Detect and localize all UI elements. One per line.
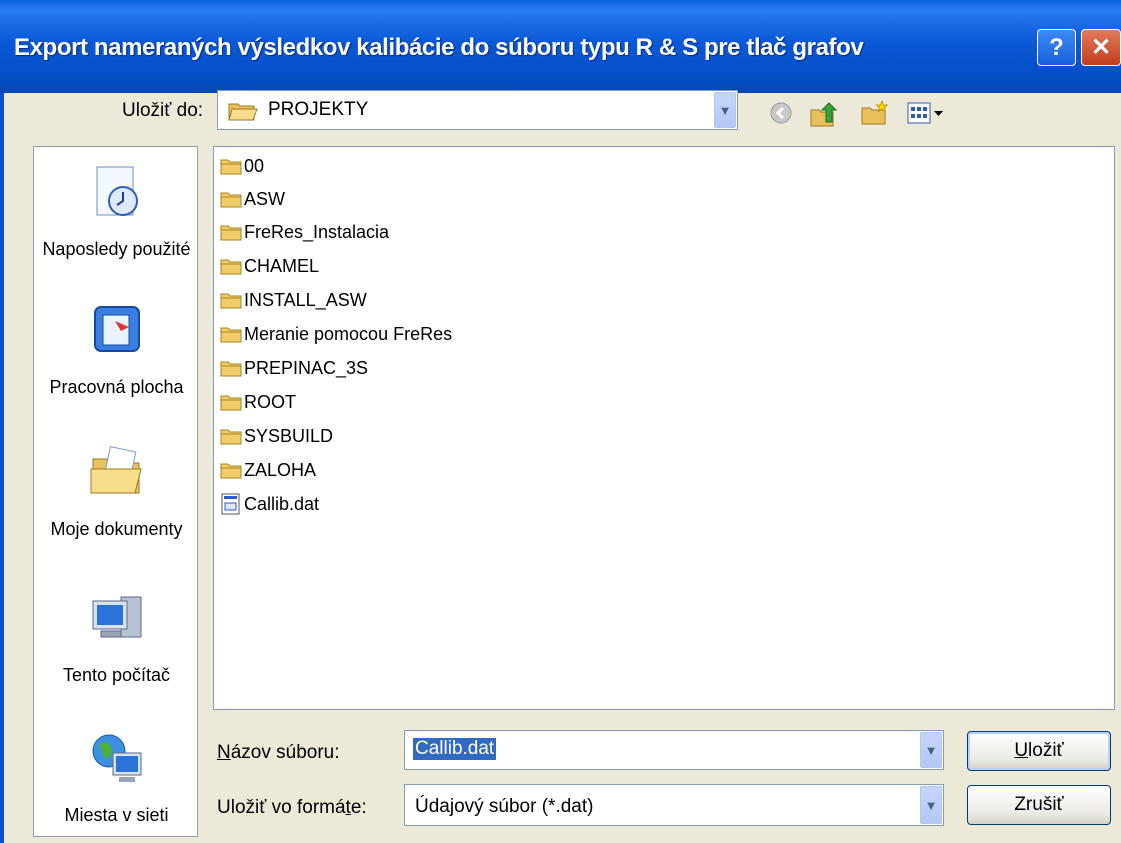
list-item[interactable]: ROOT [220, 387, 296, 417]
file-name: SYSBUILD [244, 425, 334, 446]
save-button[interactable]: Uložiť [967, 731, 1111, 771]
filename-combo[interactable]: Callib.dat ▼ [404, 730, 944, 770]
file-name: Callib.dat [244, 493, 320, 514]
back-icon[interactable] [768, 100, 794, 126]
my-computer-icon [92, 596, 141, 638]
close-button[interactable]: ✕ [1081, 29, 1121, 66]
folder-icon [220, 192, 242, 208]
list-item[interactable]: SYSBUILD [220, 421, 333, 451]
place-label: Tento počítač [62, 665, 171, 685]
place-recent[interactable]: Naposledy použité [34, 161, 199, 262]
folder-icon [220, 225, 242, 241]
my-documents-icon [90, 446, 142, 494]
place-my-documents[interactable]: Moje dokumenty [34, 441, 199, 542]
file-name: CHAMEL [244, 255, 320, 276]
place-label: Moje dokumenty [50, 519, 183, 539]
file-name: 00 [244, 155, 265, 176]
place-my-computer[interactable]: Tento počítač [34, 587, 199, 688]
file-name: Meranie pomocou FreRes [244, 323, 453, 344]
recent-icon [96, 166, 138, 216]
list-item[interactable]: 00 [220, 151, 264, 181]
place-label: Pracovná plocha [49, 377, 184, 397]
folder-icon [220, 463, 242, 479]
folder-icon [220, 259, 242, 275]
view-menu-icon[interactable] [906, 100, 948, 126]
file-list[interactable]: 00 ASW FreRes_Instalacia CHAMEL INSTALL_… [213, 146, 1115, 710]
file-name: PREPINAC_3S [244, 357, 369, 378]
folder-icon [220, 159, 242, 175]
list-item[interactable]: Callib.dat [220, 489, 319, 519]
folder-icon [220, 429, 242, 445]
list-item[interactable]: PREPINAC_3S [220, 353, 368, 383]
file-name: ROOT [244, 391, 296, 412]
filetype-dropdown-arrow[interactable]: ▼ [920, 786, 942, 824]
list-item[interactable]: Meranie pomocou FreRes [220, 319, 452, 349]
filetype-value: Údajový súbor (*.dat) [415, 796, 594, 817]
folder-open-icon [228, 103, 258, 121]
network-icon [92, 734, 141, 782]
place-desktop[interactable]: Pracovná plocha [34, 299, 199, 400]
filetype-combo[interactable]: Údajový súbor (*.dat) ▼ [404, 784, 944, 826]
list-item[interactable]: INSTALL_ASW [220, 285, 367, 315]
list-item[interactable]: CHAMEL [220, 251, 319, 281]
help-button[interactable]: ? [1037, 29, 1076, 66]
lookin-value: PROJEKTY [268, 99, 369, 120]
dat-file-icon [221, 493, 240, 515]
list-item[interactable]: FreRes_Instalacia [220, 217, 389, 247]
title-bar[interactable]: Export nameraných výsledkov kalibácie do… [0, 0, 1121, 93]
file-name: ZALOHA [244, 459, 317, 480]
filetype-label: Uložiť vo formáte: [217, 797, 367, 818]
lookin-label: Uložiť do: [122, 100, 204, 121]
file-name: ASW [244, 188, 286, 209]
list-item[interactable]: ZALOHA [220, 455, 316, 485]
new-folder-icon[interactable] [860, 100, 890, 128]
folder-icon [220, 327, 242, 343]
filename-label: Názov súboru: [217, 742, 340, 763]
file-name: FreRes_Instalacia [244, 221, 390, 242]
places-bar: Naposledy použité Pracovná plocha Moje d… [33, 146, 198, 837]
place-label: Miesta v sieti [64, 805, 169, 825]
place-network[interactable]: Miesta v sieti [34, 727, 199, 828]
lookin-combo[interactable]: PROJEKTY ▼ [217, 90, 738, 130]
desktop-icon [93, 306, 140, 352]
filename-input[interactable]: Callib.dat [413, 738, 497, 760]
window-title: Export nameraných výsledkov kalibácie do… [14, 34, 864, 61]
cancel-button[interactable]: Zrušiť [967, 785, 1111, 825]
lookin-dropdown-arrow[interactable]: ▼ [714, 92, 736, 128]
up-folder-icon[interactable] [808, 100, 838, 130]
help-icon: ? [1049, 33, 1064, 61]
folder-icon [220, 361, 242, 377]
folder-icon [220, 293, 242, 309]
close-icon: ✕ [1090, 34, 1112, 61]
folder-icon [220, 395, 242, 411]
file-name: INSTALL_ASW [244, 289, 367, 310]
place-label: Naposledy použité [42, 239, 191, 259]
filename-dropdown-arrow[interactable]: ▼ [920, 732, 942, 768]
list-item[interactable]: ASW [220, 184, 285, 214]
window-border [0, 93, 4, 843]
